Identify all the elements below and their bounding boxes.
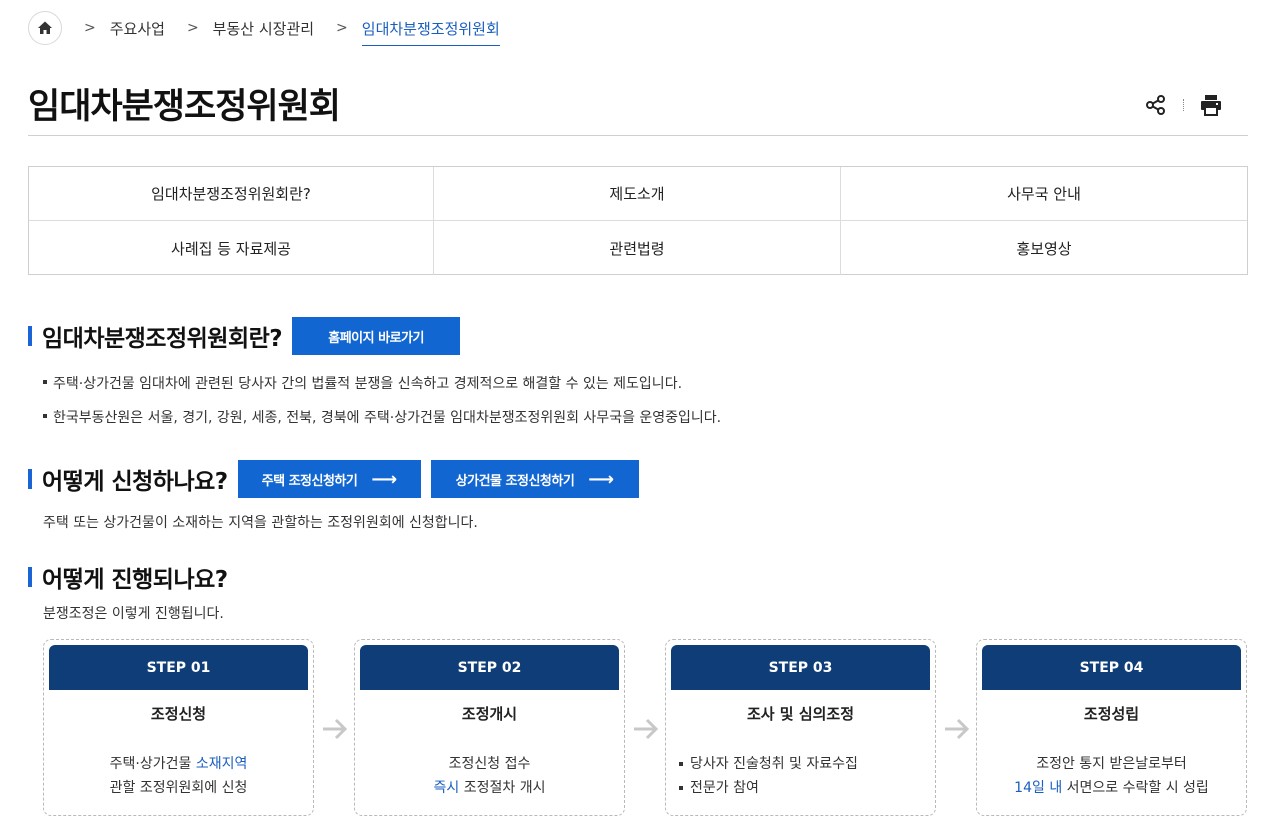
list-item: 당사자 진술청취 및 자료수집 [679,752,858,776]
breadcrumb-item-business[interactable]: > 주요사업 [84,18,165,39]
chevron-right-icon: > [84,20,96,36]
breadcrumb-item-market[interactable]: > 부동산 시장관리 [187,18,314,39]
chevron-right-icon: > [336,20,348,36]
tab-case-materials[interactable]: 사례집 등 자료제공 [29,221,434,275]
apply-description: 주택 또는 상가건물이 소재하는 지역을 관할하는 조정위원회에 신청합니다. [43,515,478,531]
step-title: 조정신청 [150,705,207,723]
step-title: 조사 및 심의조정 [746,705,855,723]
desc-text: 주택·상가건물 [109,756,196,772]
page-title: 임대차분쟁조정위원회 [28,87,341,127]
step-label: STEP 04 [982,645,1241,690]
section-bar [28,567,32,587]
desc-text: 조정안 통지 받은날로부터 [1036,756,1187,772]
tab-related-laws[interactable]: 관련법령 [434,221,841,275]
section-title: 어떻게 진행되나요? [42,567,228,593]
title-divider [28,135,1248,136]
step-description: 조정안 통지 받은날로부터 14일 내 서면으로 수락할 시 성립 [977,752,1246,800]
step-description: 주택·상가건물 소재지역 관할 조정위원회에 신청 [44,752,313,800]
housing-apply-button[interactable]: 주택 조정신청하기 ⟶ [237,460,421,498]
breadcrumb-item-current[interactable]: > 임대차분쟁조정위원회 [336,11,500,46]
print-icon [1201,95,1221,116]
desc-text: 조정신청 접수 [448,756,531,772]
breadcrumb-label[interactable]: 주요사업 [110,18,165,39]
list-item: 전문가 참여 [679,776,858,800]
title-tools [1143,92,1224,118]
step-description: 조정신청 접수 즉시 조정절차 개시 [355,752,624,800]
tab-system-intro[interactable]: 제도소개 [434,167,841,221]
list-item: 주택·상가건물 임대차에 관련된 당사자 간의 법률적 분쟁을 신속하고 경제적… [43,374,721,408]
print-button[interactable] [1198,92,1224,118]
step-label: STEP 02 [360,645,619,690]
step-label: STEP 03 [671,645,930,690]
desc-text: 서면으로 수락할 시 성립 [1062,780,1209,796]
tab-secretariat-info[interactable]: 사무국 안내 [841,167,1247,221]
desc-text: 관할 조정위원회에 신청 [109,780,248,796]
step-card-1: STEP 01 조정신청 주택·상가건물 소재지역 관할 조정위원회에 신청 [43,639,314,816]
process-description: 분쟁조정은 이렇게 진행됩니다. [43,606,224,622]
about-list: 주택·상가건물 임대차에 관련된 당사자 간의 법률적 분쟁을 신속하고 경제적… [43,374,721,442]
section-title: 어떻게 신청하나요? [42,469,228,495]
arrow-right-icon [634,718,659,740]
arrow-right-icon [323,718,348,740]
tab-about-committee[interactable]: 임대차분쟁조정위원회란? [29,167,434,221]
tool-divider [1183,99,1184,111]
arrow-right-icon: ⟶ [371,468,397,490]
share-icon [1146,95,1165,115]
step-card-3: STEP 03 조사 및 심의조정 당사자 진술청취 및 자료수집 전문가 참여 [665,639,936,816]
breadcrumb-label[interactable]: 임대차분쟁조정위원회 [361,18,500,46]
button-label: 주택 조정신청하기 [261,473,358,489]
arrow-right-icon [945,718,970,740]
desc-highlight: 14일 내 [1014,780,1063,796]
step-card-2: STEP 02 조정개시 조정신청 접수 즉시 조정절차 개시 [354,639,625,816]
section-about: 임대차분쟁조정위원회란? 홈페이지 바로가기 [28,317,461,355]
desc-text: 조정절차 개시 [459,780,546,796]
home-icon [38,21,52,34]
button-label: 상가건물 조정신청하기 [455,473,575,489]
step-title: 조정성립 [1083,705,1140,723]
step-description: 당사자 진술청취 및 자료수집 전문가 참여 [679,752,858,800]
desc-highlight: 소재지역 [195,756,248,772]
section-title: 임대차분쟁조정위원회란? [42,326,283,352]
desc-highlight: 즉시 [433,780,460,796]
tab-promo-video[interactable]: 홍보영상 [841,221,1247,275]
chevron-right-icon: > [186,20,199,36]
commercial-apply-button[interactable]: 상가건물 조정신청하기 ⟶ [430,460,639,498]
breadcrumb: > 주요사업 > 부동산 시장관리 > 임대차분쟁조정위원회 [28,10,500,46]
home-button[interactable] [28,11,62,45]
breadcrumb-label[interactable]: 부동산 시장관리 [213,18,314,39]
step-label: STEP 01 [49,645,308,690]
sub-menu-tabs: 임대차분쟁조정위원회란? 제도소개 사무국 안내 사례집 등 자료제공 관련법령… [28,166,1248,275]
list-item: 한국부동산원은 서울, 경기, 강원, 세종, 전북, 경북에 주택·상가건물 … [43,408,721,442]
section-bar [28,469,32,489]
homepage-link-button[interactable]: 홈페이지 바로가기 [292,317,461,355]
share-button[interactable] [1143,92,1169,118]
section-apply: 어떻게 신청하나요? 주택 조정신청하기 ⟶ 상가건물 조정신청하기 ⟶ [28,460,639,498]
section-process: 어떻게 진행되나요? [28,560,228,594]
arrow-right-icon: ⟶ [588,468,614,490]
step-card-4: STEP 04 조정성립 조정안 통지 받은날로부터 14일 내 서면으로 수락… [976,639,1247,816]
step-title: 조정개시 [461,705,518,723]
section-bar [28,326,32,346]
